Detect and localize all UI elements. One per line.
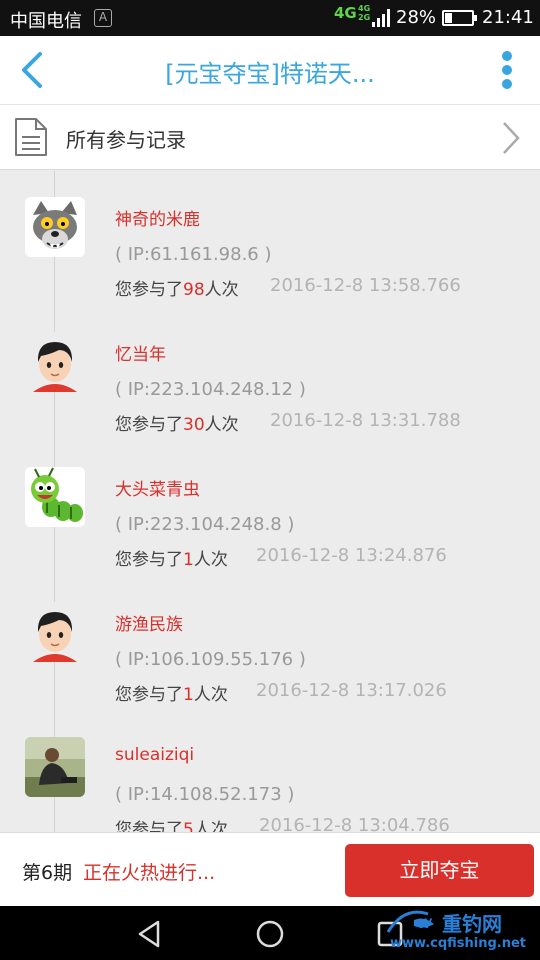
participate-now-button[interactable]: 立即夺宝 <box>345 844 534 897</box>
participant-name[interactable]: suleaiziqi <box>115 745 194 765</box>
watermark: W 重钓网 www.cqfishing.net <box>384 906 540 960</box>
svg-text:W: W <box>418 915 433 931</box>
avatar[interactable] <box>25 332 85 392</box>
chevron-right-icon <box>503 122 520 154</box>
participation-prefix: 您参与了 <box>115 820 183 832</box>
battery-icon <box>442 10 477 26</box>
list-item: 忆当年 ( IP:223.104.248.12 ) 您参与了30人次 2016-… <box>0 306 540 441</box>
participant-ip: ( IP:106.109.55.176 ) <box>115 649 306 670</box>
participation-count: 您参与了1人次 <box>115 545 228 570</box>
clock: 21:41 <box>482 7 534 28</box>
participation-time: 2016-12-8 13:04.786 <box>259 815 450 832</box>
participation-number: 5 <box>183 820 194 832</box>
watermark-url: www.cqfishing.net <box>390 936 527 951</box>
participation-count: 您参与了30人次 <box>115 410 239 435</box>
battery-percent: 28% <box>396 7 437 28</box>
carrier-name: 中国电信 <box>10 11 82 32</box>
participation-prefix: 您参与了 <box>115 550 183 570</box>
participation-count: 您参与了5人次 <box>115 815 228 832</box>
nav-back-icon[interactable] <box>134 918 166 950</box>
participation-count: 您参与了98人次 <box>115 275 239 300</box>
fishing-logo-icon: W <box>386 910 434 933</box>
participation-time: 2016-12-8 13:17.026 <box>256 680 447 701</box>
participant-list[interactable]: 神奇的米鹿 ( IP:61.161.98.6 ) 您参与了98人次 2016-1… <box>0 171 540 832</box>
list-item: 大头菜青虫 ( IP:223.104.248.8 ) 您参与了1人次 2016-… <box>0 441 540 576</box>
all-records-label: 所有参与记录 <box>66 128 186 152</box>
more-dot-icon <box>502 65 512 75</box>
participant-ip: ( IP:223.104.248.12 ) <box>115 379 306 400</box>
participation-suffix: 人次 <box>204 415 239 435</box>
participation-number: 1 <box>183 685 194 705</box>
network-type: 4G 4G 2G <box>334 4 370 22</box>
participation-suffix: 人次 <box>193 685 228 705</box>
participation-prefix: 您参与了 <box>115 685 183 705</box>
participant-name[interactable]: 大头菜青虫 <box>115 475 200 500</box>
participation-prefix: 您参与了 <box>115 280 183 300</box>
avatar[interactable] <box>25 197 85 257</box>
participation-number: 30 <box>183 415 205 435</box>
list-item: 神奇的米鹿 ( IP:61.161.98.6 ) 您参与了98人次 2016-1… <box>0 171 540 306</box>
participation-time: 2016-12-8 13:31.788 <box>270 410 461 431</box>
more-dot-icon <box>502 51 512 61</box>
grey-wolf-avatar-icon <box>25 197 85 257</box>
avatar[interactable] <box>25 467 85 527</box>
all-records-link[interactable]: 所有参与记录 <box>0 104 540 170</box>
participation-number: 98 <box>183 280 205 300</box>
default-boy-avatar-icon <box>25 602 85 662</box>
period-status: 正在火热进行... <box>83 862 216 884</box>
participant-name[interactable]: 神奇的米鹿 <box>115 205 200 230</box>
signal-icon <box>372 9 392 27</box>
avatar[interactable] <box>25 737 85 797</box>
avatar[interactable] <box>25 602 85 662</box>
participation-number: 1 <box>183 550 194 570</box>
period-label: 第6期 <box>22 862 73 884</box>
more-dot-icon <box>502 79 512 89</box>
nav-home-icon[interactable] <box>254 918 286 950</box>
participant-ip: ( IP:61.161.98.6 ) <box>115 244 272 265</box>
back-arrow-icon <box>22 52 42 88</box>
back-button[interactable] <box>14 50 54 90</box>
document-icon <box>15 118 47 156</box>
watermark-brand: 重钓网 <box>442 912 502 936</box>
participant-name[interactable]: 游渔民族 <box>115 610 183 635</box>
page-title: [元宝夺宝]特诺天... <box>165 60 375 88</box>
bottom-action-bar: 第6期 正在火热进行... 立即夺宝 <box>0 832 540 906</box>
status-bar: 中国电信 A 4G 4G 2G 28% 21:41 <box>0 0 540 36</box>
default-boy-avatar-icon <box>25 332 85 392</box>
participation-count: 您参与了1人次 <box>115 680 228 705</box>
list-item: suleaiziqi ( IP:14.108.52.173 ) 您参与了5人次 … <box>0 711 540 832</box>
participation-time: 2016-12-8 13:58.766 <box>270 275 461 296</box>
list-item: 游渔民族 ( IP:106.109.55.176 ) 您参与了1人次 2016-… <box>0 576 540 711</box>
more-menu-button[interactable] <box>492 50 522 90</box>
participant-name[interactable]: 忆当年 <box>115 340 166 365</box>
participation-prefix: 您参与了 <box>115 415 183 435</box>
participation-suffix: 人次 <box>193 550 228 570</box>
participation-suffix: 人次 <box>204 280 239 300</box>
participant-ip: ( IP:223.104.248.8 ) <box>115 514 295 535</box>
green-caterpillar-avatar-icon <box>25 467 85 527</box>
carrier-badge-icon: A <box>94 9 112 27</box>
participant-ip: ( IP:14.108.52.173 ) <box>115 784 295 805</box>
photo-avatar-icon <box>25 737 85 797</box>
network-sub-label: 4G 2G <box>358 4 371 22</box>
header: [元宝夺宝]特诺天... <box>0 36 540 104</box>
network-label: 4G <box>334 4 357 22</box>
participation-time: 2016-12-8 13:24.876 <box>256 545 447 566</box>
participation-suffix: 人次 <box>193 820 228 832</box>
